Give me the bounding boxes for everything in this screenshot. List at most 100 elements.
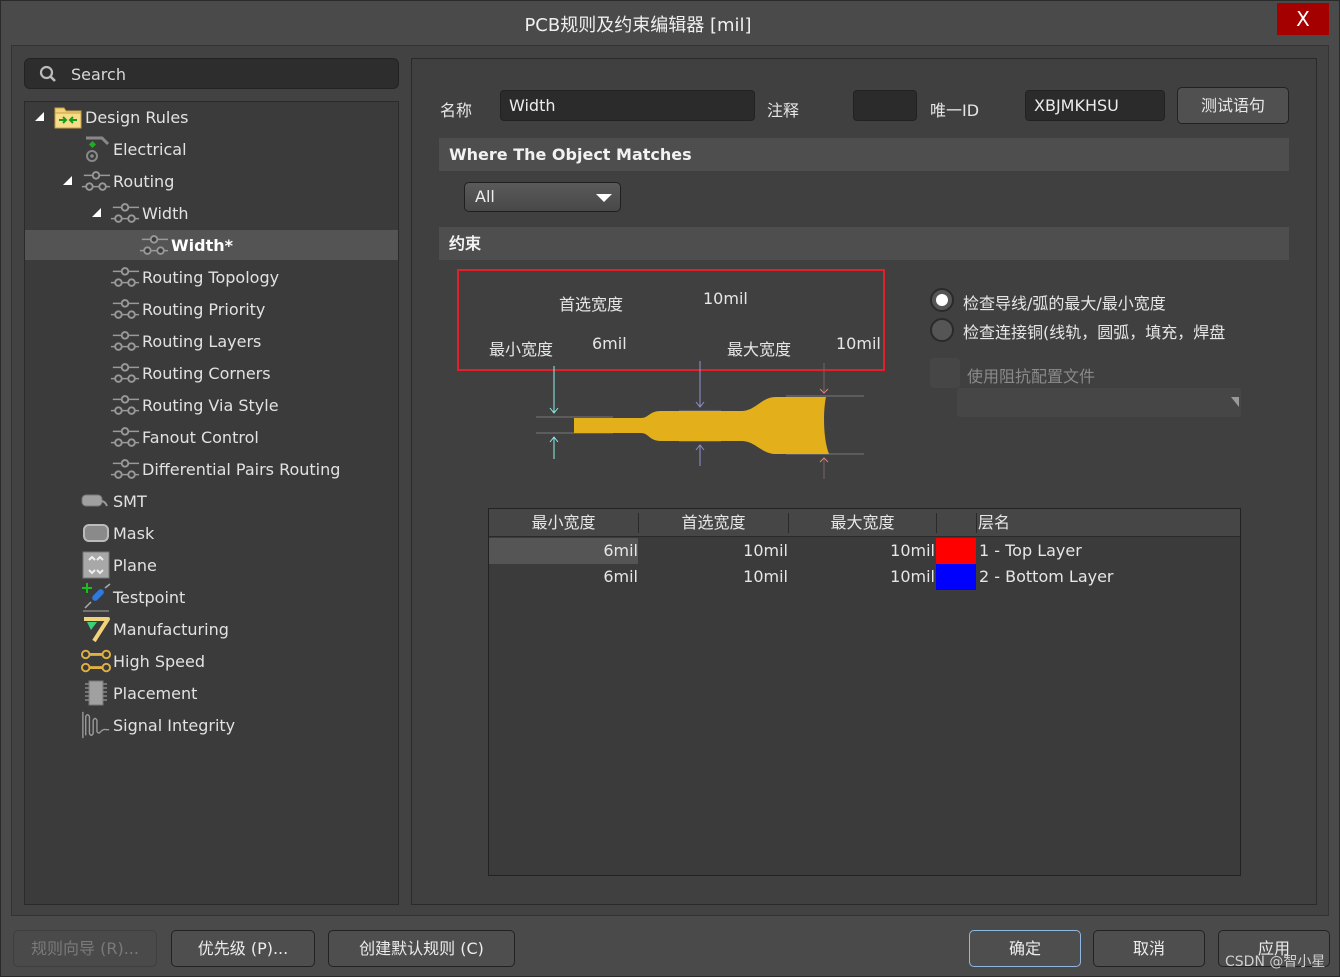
col-layer-name[interactable]: 层名: [978, 509, 1018, 537]
preferred-width-value[interactable]: 10mil: [703, 289, 748, 308]
check-connected-copper-radio[interactable]: [930, 318, 954, 342]
ok-button[interactable]: 确定: [969, 930, 1081, 967]
close-button[interactable]: X: [1277, 3, 1329, 35]
comment-input[interactable]: [853, 90, 917, 121]
signal-integrity-icon: [81, 711, 111, 739]
tree-item-width[interactable]: Width*: [25, 230, 398, 260]
cancel-button[interactable]: 取消: [1093, 930, 1205, 967]
impedance-profile-select[interactable]: [957, 388, 1241, 417]
plane-icon: [81, 551, 111, 579]
where-matches-header: Where The Object Matches: [439, 138, 1289, 171]
tree-item-label: Routing Topology: [142, 267, 280, 287]
comment-label: 注释: [767, 101, 800, 120]
col-preferred-width[interactable]: 首选宽度: [639, 509, 788, 537]
smt-icon: [81, 487, 111, 515]
cell-max-width[interactable]: 10mil: [789, 564, 935, 590]
max-width-value[interactable]: 10mil: [836, 334, 881, 353]
routing-icon: [110, 295, 140, 323]
priorities-button[interactable]: 优先级 (P)...: [171, 930, 315, 967]
tree-item-label: High Speed: [113, 651, 206, 671]
min-width-value[interactable]: 6mil: [592, 334, 627, 353]
cell-preferred-width[interactable]: 10mil: [639, 538, 788, 564]
cell-max-width[interactable]: 10mil: [789, 538, 935, 564]
tree-item-label: Routing Layers: [142, 331, 262, 351]
max-width-label: 最大宽度: [727, 340, 792, 359]
search-input[interactable]: [71, 62, 371, 86]
tree-item-routing-priority[interactable]: Routing Priority: [90, 294, 265, 324]
tree-item-label: Testpoint: [113, 587, 186, 607]
min-width-guides: [536, 366, 613, 459]
cell-preferred-width[interactable]: 10mil: [639, 564, 788, 590]
tree-item-electrical[interactable]: Electrical: [61, 134, 187, 164]
rule-wizard-button[interactable]: 规则向导 (R)...: [13, 930, 157, 967]
trace-width-diagram: [536, 361, 864, 479]
search-icon: [39, 65, 56, 82]
tree-item-label: Manufacturing: [113, 619, 229, 639]
layer-width-table: 最小宽度 首选宽度 最大宽度 层名 6mil 10mil 10mil 1 - Top …: [488, 508, 1241, 876]
min-width-label: 最小宽度: [489, 340, 554, 359]
test-query-button[interactable]: 测试语句: [1177, 87, 1289, 124]
rules-tree: Design Rules Electrical Routing Width Width*…: [24, 101, 399, 905]
routing-icon: [110, 263, 140, 291]
column-divider: [936, 513, 937, 533]
tree-item-testpoint[interactable]: Testpoint: [61, 582, 185, 612]
tree-item-signal-integrity[interactable]: Signal Integrity: [61, 710, 235, 740]
unique-id-label: 唯一ID: [930, 101, 980, 120]
name-label: 名称: [440, 101, 473, 120]
match-type-value: All: [475, 187, 495, 206]
check-connected-copper-label: 检查连接铜(线轨，圆弧，填充，焊盘: [963, 323, 1226, 342]
tree-item-fanout-control[interactable]: Fanout Control: [90, 422, 259, 452]
collapse-arrow-icon[interactable]: [33, 110, 47, 124]
cell-min-width[interactable]: 6mil: [489, 538, 638, 564]
mask-icon: [81, 519, 111, 547]
tree-item-routing-layers[interactable]: Routing Layers: [90, 326, 261, 356]
tree-item-label: Routing Corners: [142, 363, 271, 383]
name-input[interactable]: Width: [500, 90, 755, 121]
routing-icon: [110, 391, 140, 419]
cell-min-width[interactable]: 6mil: [489, 564, 638, 590]
routing-icon: [139, 231, 169, 259]
routing-icon: [110, 327, 140, 355]
tree-item-label: Differential Pairs Routing: [142, 459, 341, 479]
constraints-header: 约束: [439, 227, 1289, 260]
table-row[interactable]: 6mil 10mil 10mil 1 - Top Layer: [489, 538, 1240, 564]
check-track-width-radio[interactable]: [930, 288, 954, 312]
cell-layer-name: 2 - Bottom Layer: [979, 567, 1114, 586]
tree-item-mask[interactable]: Mask: [61, 518, 154, 548]
tree-item-plane[interactable]: Plane: [61, 550, 157, 580]
col-min-width[interactable]: 最小宽度: [489, 509, 638, 537]
manufacturing-icon: [81, 615, 111, 643]
tree-item-smt[interactable]: SMT: [61, 486, 147, 516]
tree-item-manufacturing[interactable]: Manufacturing: [61, 614, 229, 644]
collapse-arrow-icon[interactable]: [90, 206, 104, 220]
tree-item-routing[interactable]: Routing: [61, 166, 174, 196]
routing-icon: [110, 423, 140, 451]
tree-item-routing-topology[interactable]: Routing Topology: [90, 262, 279, 292]
testpoint-icon: [81, 583, 111, 612]
tree-item-label: Electrical: [113, 139, 187, 159]
match-type-select[interactable]: All: [464, 182, 621, 212]
preferred-width-label: 首选宽度: [559, 295, 624, 314]
tree-item-label: Signal Integrity: [113, 715, 236, 735]
tree-item-routing-corners[interactable]: Routing Corners: [90, 358, 271, 388]
unique-id-input[interactable]: XBJMKHSU: [1025, 90, 1165, 121]
tree-item-differential-pairs-routing[interactable]: Differential Pairs Routing: [90, 454, 340, 484]
tree-item-design-rules[interactable]: Design Rules: [33, 102, 189, 132]
watermark: CSDN @智小星: [1225, 954, 1326, 970]
create-default-rules-button[interactable]: 创建默认规则 (C): [328, 930, 515, 967]
collapse-arrow-icon[interactable]: [61, 174, 75, 188]
impedance-profile-label: 使用阻抗配置文件: [967, 367, 1096, 386]
folder-rules-icon: [53, 103, 83, 131]
routing-icon: [81, 167, 111, 195]
col-max-width[interactable]: 最大宽度: [789, 509, 936, 537]
layer-color-swatch: [936, 538, 976, 564]
impedance-profile-checkbox[interactable]: [930, 358, 960, 388]
tree-item-routing-via-style[interactable]: Routing Via Style: [90, 390, 279, 420]
tree-item-high-speed[interactable]: High Speed: [61, 646, 205, 676]
routing-icon: [110, 359, 140, 387]
tree-item-placement[interactable]: Placement: [61, 678, 197, 708]
tree-item-width[interactable]: Width: [90, 198, 188, 228]
search-box[interactable]: [24, 58, 399, 89]
table-row[interactable]: 6mil 10mil 10mil 2 - Bottom Layer: [489, 564, 1240, 590]
electrical-icon: [81, 135, 111, 163]
